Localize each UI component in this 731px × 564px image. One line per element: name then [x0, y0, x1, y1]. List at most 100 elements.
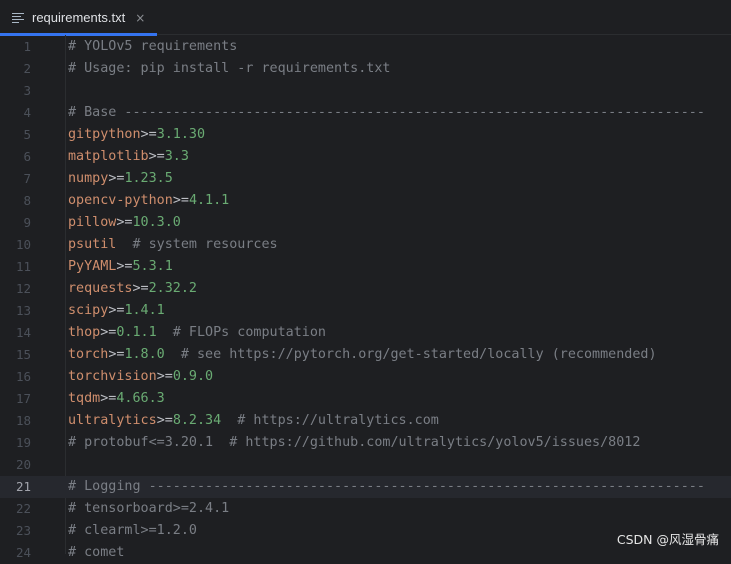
line-content: matplotlib>=3.3 — [68, 146, 189, 168]
line-number: 15 — [15, 347, 31, 362]
code-line[interactable]: 5 gitpython>=3.1.30 — [0, 124, 731, 146]
operator: >= — [156, 413, 173, 428]
line-number: 23 — [15, 523, 31, 538]
tab-label: requirements.txt — [32, 10, 126, 25]
line-number: 13 — [15, 303, 31, 318]
line-content: requests>=2.32.2 — [68, 278, 197, 300]
package-name: numpy — [68, 171, 109, 186]
line-content: # YOLOv5 requirements — [68, 36, 237, 58]
line-content: # clearml>=1.2.0 — [68, 520, 197, 542]
code-line[interactable]: 10 psutil # system resources — [0, 234, 731, 256]
line-content: scipy>=1.4.1 — [68, 300, 165, 322]
version-number: 1.4.1 — [124, 303, 165, 318]
package-name: ultralytics — [68, 413, 157, 428]
code-line[interactable]: 20 — [0, 454, 731, 476]
line-number: 20 — [15, 457, 31, 472]
line-number: 22 — [15, 501, 31, 516]
code-line[interactable]: 17 tqdm>=4.66.3 — [0, 388, 731, 410]
package-name: psutil — [68, 237, 117, 252]
operator: >= — [100, 325, 117, 340]
version-number: 1.8.0 — [124, 347, 165, 362]
comment-text: # comet — [68, 545, 125, 560]
package-name: PyYAML — [68, 259, 117, 274]
code-line[interactable]: 7 numpy>=1.23.5 — [0, 168, 731, 190]
line-number: 4 — [23, 105, 31, 120]
operator: >= — [116, 215, 133, 230]
code-line[interactable]: 3 — [0, 80, 731, 102]
comment-text: # Base ---------------------------------… — [68, 105, 705, 120]
comment-text: # tensorboard>=2.4.1 — [68, 501, 230, 516]
version-number: 4.1.1 — [188, 193, 230, 208]
package-name: gitpython — [68, 127, 141, 142]
package-name: requests — [68, 281, 133, 296]
code-line[interactable]: 12 requests>=2.32.2 — [0, 278, 731, 300]
close-icon[interactable]: × — [135, 11, 145, 25]
line-content: # Base ---------------------------------… — [68, 102, 705, 124]
line-content: thop>=0.1.1 # FLOPs computation — [68, 322, 326, 344]
code-line[interactable]: 19 # protobuf<=3.20.1 # https://github.co… — [0, 432, 731, 454]
code-line[interactable]: 22 # tensorboard>=2.4.1 — [0, 498, 731, 520]
code-line[interactable]: 8 opencv-python>=4.1.1 — [0, 190, 731, 212]
line-content: numpy>=1.23.5 — [68, 168, 173, 190]
line-content: psutil # system resources — [68, 234, 278, 256]
version-number: 10.3.0 — [132, 215, 181, 230]
comment-text: # Logging ------------------------------… — [68, 479, 705, 494]
line-content: torch>=1.8.0 # see https://pytorch.org/g… — [68, 344, 657, 366]
version-number: 3.1.30 — [156, 127, 206, 142]
package-name: matplotlib — [68, 149, 149, 164]
version-number: 1.23.5 — [124, 171, 173, 186]
line-number: 2 — [23, 61, 31, 76]
line-content: tqdm>=4.66.3 — [68, 388, 165, 410]
line-number: 14 — [15, 325, 31, 340]
code-line[interactable]: 11 PyYAML>=5.3.1 — [0, 256, 731, 278]
package-name: torchvision — [68, 369, 157, 384]
code-line[interactable]: 2 # Usage: pip install -r requirements.tx… — [0, 58, 731, 80]
line-number: 18 — [15, 413, 31, 428]
operator: >= — [116, 259, 133, 274]
comment-text: # https://ultralytics.com — [221, 413, 439, 428]
line-number: 10 — [15, 237, 31, 252]
code-line[interactable]: 1 # YOLOv5 requirements — [0, 36, 731, 58]
version-number: 0.1.1 — [116, 325, 157, 340]
line-content: gitpython>=3.1.30 — [68, 124, 205, 146]
line-number: 6 — [23, 149, 31, 164]
package-name: pillow — [68, 215, 117, 230]
line-content: ultralytics>=8.2.34 # https://ultralytic… — [68, 410, 439, 432]
code-line[interactable]: 6 matplotlib>=3.3 — [0, 146, 731, 168]
comment-text: # Usage: pip install -r requirements.txt — [68, 61, 391, 76]
version-number: 8.2.34 — [172, 413, 222, 428]
package-name: tqdm — [68, 391, 101, 406]
comment-text: # see https://pytorch.org/get-started/lo… — [164, 347, 657, 362]
version-number: 2.32.2 — [148, 281, 197, 296]
operator: >= — [108, 303, 125, 318]
tab-requirements-txt[interactable]: requirements.txt × — [0, 0, 157, 36]
code-line[interactable]: 16 torchvision>=0.9.0 — [0, 366, 731, 388]
code-line[interactable]: 18 ultralytics>=8.2.34 # https://ultralyt… — [0, 410, 731, 432]
line-number: 7 — [23, 171, 31, 186]
code-line[interactable]: 15 torch>=1.8.0 # see https://pytorch.org… — [0, 344, 731, 366]
line-content: # Usage: pip install -r requirements.txt — [68, 58, 390, 80]
line-number: 12 — [15, 281, 31, 296]
code-line[interactable]: 21 # Logging ----------------------------… — [0, 476, 731, 498]
operator: >= — [108, 171, 125, 186]
line-content: # Logging ------------------------------… — [68, 476, 705, 498]
comment-text: # FLOPs computation — [156, 325, 326, 340]
version-number: 0.9.0 — [172, 369, 214, 384]
code-line[interactable]: 14 thop>=0.1.1 # FLOPs computation — [0, 322, 731, 344]
code-line[interactable]: 13 scipy>=1.4.1 — [0, 300, 731, 322]
line-content: torchvision>=0.9.0 — [68, 366, 213, 388]
line-content: pillow>=10.3.0 — [68, 212, 181, 234]
line-number: 19 — [15, 435, 31, 450]
comment-text: # clearml>=1.2.0 — [68, 523, 197, 538]
comment-text: # protobuf<=3.20.1 # https://github.com/… — [68, 435, 641, 450]
line-content: # comet — [68, 542, 124, 564]
line-content: # protobuf<=3.20.1 # https://github.com/… — [68, 432, 640, 454]
operator: >= — [100, 391, 117, 406]
package-name: opencv-python — [68, 193, 173, 208]
code-editor[interactable]: 1 # YOLOv5 requirements 2 # Usage: pip inst… — [0, 35, 731, 560]
operator: >= — [140, 127, 157, 142]
code-line[interactable]: 4 # Base --------------------------------… — [0, 102, 731, 124]
operator: >= — [156, 369, 173, 384]
operator: >= — [172, 193, 189, 208]
code-line[interactable]: 9 pillow>=10.3.0 — [0, 212, 731, 234]
